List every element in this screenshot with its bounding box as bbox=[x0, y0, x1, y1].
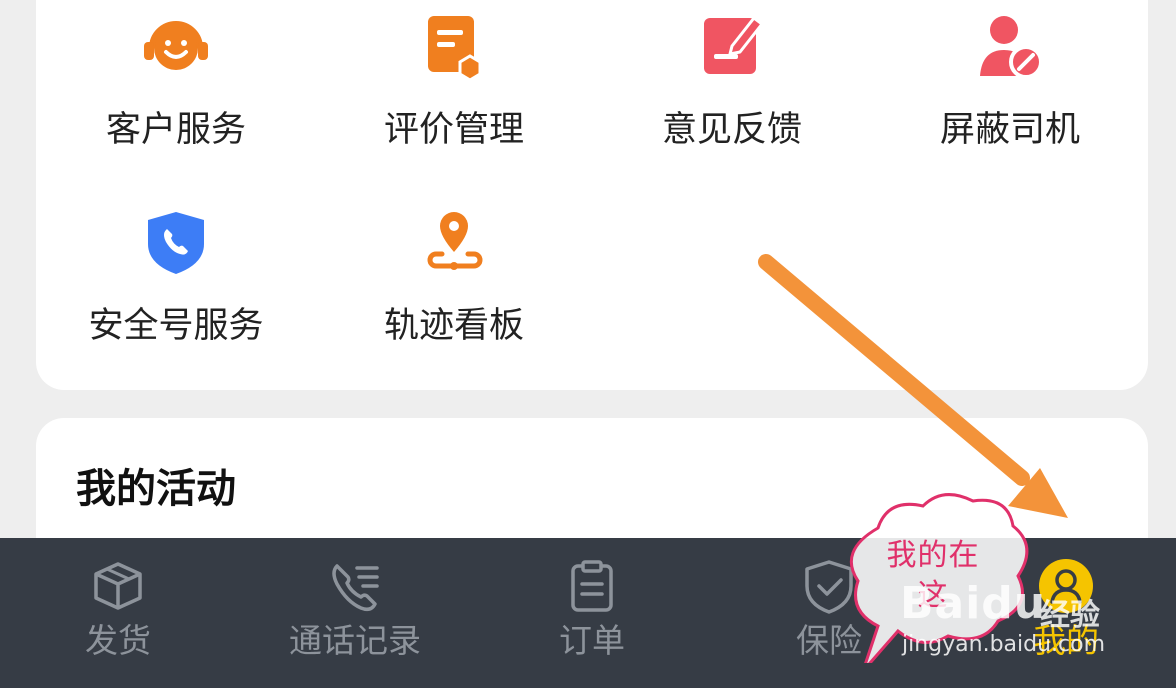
route-pin-icon bbox=[427, 212, 483, 270]
service-label: 屏蔽司机 bbox=[939, 110, 1080, 150]
service-safe-number[interactable]: 安全号服务 bbox=[56, 208, 296, 368]
tab-call-records[interactable]: 通话记录 bbox=[255, 538, 455, 688]
watermark-sub: 经验 bbox=[1040, 598, 1100, 633]
service-review-management[interactable]: 评价管理 bbox=[334, 12, 574, 172]
box-icon bbox=[94, 562, 142, 610]
feedback-edit-icon bbox=[704, 16, 764, 74]
person-block-icon bbox=[980, 16, 1043, 79]
headset-smile-icon bbox=[144, 21, 208, 70]
service-label: 安全号服务 bbox=[88, 306, 264, 346]
tab-label: 订单 bbox=[559, 621, 625, 660]
service-block-driver[interactable]: 屏蔽司机 bbox=[890, 12, 1130, 172]
document-badge-icon bbox=[428, 16, 482, 80]
services-card: 客户服务 评价管理 意见反馈 屏蔽司机 安全号服务 轨迹看板 bbox=[36, 0, 1148, 390]
clipboard-icon bbox=[571, 560, 613, 612]
tab-label: 保险 bbox=[796, 621, 862, 660]
service-label: 意见反馈 bbox=[661, 110, 802, 150]
service-track-board[interactable]: 轨迹看板 bbox=[334, 208, 574, 368]
tab-ship[interactable]: 发货 bbox=[18, 538, 218, 688]
watermark-brand: Baidu bbox=[900, 578, 1047, 629]
service-label: 客户服务 bbox=[105, 110, 246, 150]
service-customer-service[interactable]: 客户服务 bbox=[56, 12, 296, 172]
service-feedback[interactable]: 意见反馈 bbox=[612, 12, 852, 172]
service-label: 评价管理 bbox=[383, 110, 524, 150]
activity-title: 我的活动 bbox=[76, 466, 236, 512]
service-label: 轨迹看板 bbox=[383, 306, 524, 346]
shield-check-icon bbox=[805, 560, 853, 614]
tab-orders[interactable]: 订单 bbox=[492, 538, 692, 688]
tab-label: 通话记录 bbox=[289, 621, 421, 660]
phone-list-icon bbox=[332, 564, 379, 612]
watermark-url: jingyan.baidu.com bbox=[902, 632, 1106, 657]
phone-shield-icon bbox=[148, 212, 204, 274]
tab-label: 发货 bbox=[85, 621, 151, 660]
